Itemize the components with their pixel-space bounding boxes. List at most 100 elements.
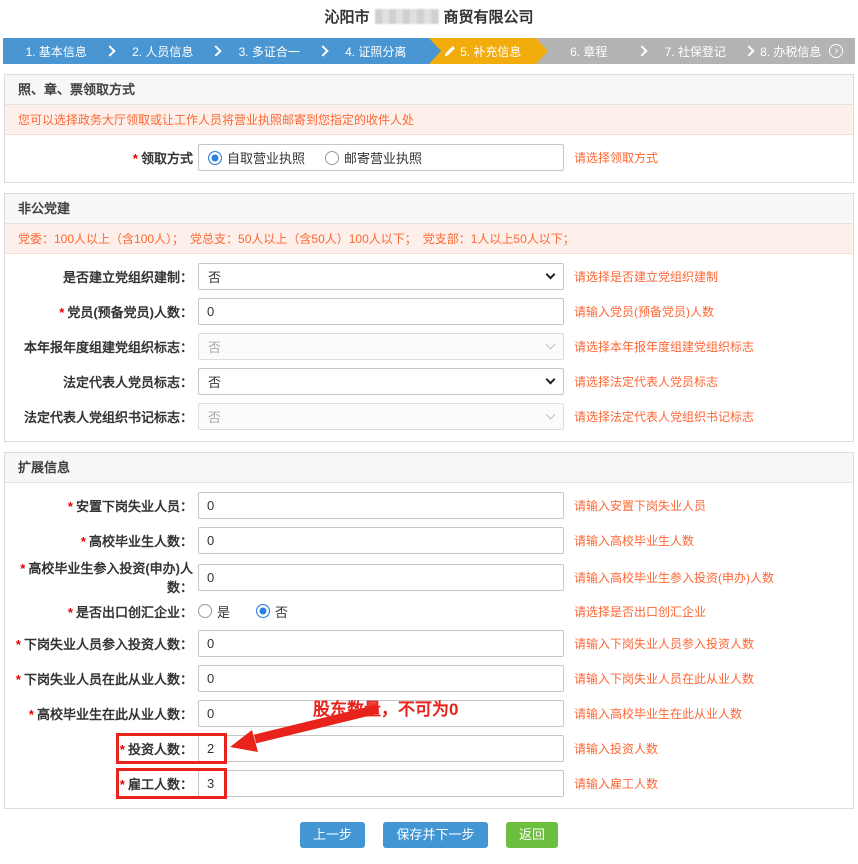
field-hint: 请输入党员(预备党员)人数 (574, 303, 714, 320)
chevron-down-icon (546, 270, 556, 280)
step-label: 5. 补充信息 (460, 43, 521, 60)
step-label: 4. 证照分离 (345, 43, 406, 60)
field-label: *高校毕业生在此从业人数： (5, 704, 193, 723)
laidoff-employed-count-input[interactable] (198, 665, 564, 692)
step-tab-charter[interactable]: 6. 章程 (536, 38, 643, 64)
field-label: *投资人数： (5, 739, 193, 758)
field-hint: 请输入雇工人数 (574, 775, 658, 792)
graduate-count-input[interactable] (198, 527, 564, 554)
required-asterisk: * (81, 534, 86, 549)
field-hint: 请选择法定代表人党组织书记标志 (574, 408, 754, 425)
step-tab-personnel-info[interactable]: 2. 人员信息 (110, 38, 217, 64)
section-body: *安置下岗失业人员： 请输入安置下岗失业人员 *高校毕业生人数： 请输入高校毕业… (5, 483, 853, 808)
select-value: 否 (208, 407, 221, 426)
required-asterisk: * (20, 561, 25, 576)
field-hint: 请选择法定代表人党员标志 (574, 373, 718, 390)
radio-mail-pickup[interactable]: 邮寄营业执照 (325, 148, 422, 167)
form-row: *高校毕业生参入投资(申办)人数： 请输入高校毕业生参入投资(申办)人数 (5, 558, 853, 596)
pickup-method-radiogroup: 自取营业执照 邮寄营业执照 (198, 144, 564, 171)
form-row: 是否建立党组织建制： 否 请选择是否建立党组织建制 (5, 259, 853, 294)
section-title: 扩展信息 (5, 453, 853, 483)
select-value: 否 (208, 337, 221, 356)
form-row: 本年报年度组建党组织标志： 否 请选择本年报年度组建党组织标志 (5, 329, 853, 364)
form-row: *领取方式 自取营业执照 邮寄营业执照 请选择领取方式 (5, 140, 853, 175)
step-tab-social-security[interactable]: 7. 社保登记 (642, 38, 749, 64)
required-asterisk: * (68, 499, 73, 514)
form-row: *下岗失业人员参入投资人数： 请输入下岗失业人员参入投资人数 (5, 626, 853, 661)
radio-unselected-icon (198, 604, 212, 618)
form-row-employee-count: *雇工人数： 请输入雇工人数 (5, 766, 853, 801)
form-row: *下岗失业人员在此从业人数： 请输入下岗失业人员在此从业人数 (5, 661, 853, 696)
form-row-investor-count: 股东数量，不可为0 *投资人数： 请输入投资人数 (5, 731, 853, 766)
step-tab-supplementary-info[interactable]: 5. 补充信息 (429, 38, 536, 64)
field-hint: 请输入高校毕业生在此从业人数 (574, 705, 742, 722)
required-asterisk: * (29, 707, 34, 722)
field-label: 本年报年度组建党组织标志： (5, 337, 193, 356)
field-label: *下岗失业人员在此从业人数： (5, 669, 193, 688)
step-tab-basic-info[interactable]: 1. 基本信息 (3, 38, 110, 64)
save-and-next-button[interactable]: 保存并下一步 (383, 822, 487, 848)
graduate-employed-count-input[interactable] (198, 700, 564, 727)
required-asterisk: * (133, 151, 138, 166)
step-label: 2. 人员信息 (132, 43, 193, 60)
field-label: *领取方式 (5, 148, 193, 167)
party-org-system-select[interactable]: 否 (198, 263, 564, 290)
graduate-invest-count-input[interactable] (198, 564, 564, 591)
arrow-separator-icon (429, 38, 441, 64)
step-tab-cert-separation[interactable]: 4. 证照分离 (323, 38, 430, 64)
company-name-prefix: 沁阳市 (324, 9, 369, 26)
investor-count-input[interactable] (198, 735, 564, 762)
legal-rep-secretary-select: 否 (198, 403, 564, 430)
field-hint: 请输入下岗失业人员在此从业人数 (574, 670, 754, 687)
field-label: *高校毕业生人数： (5, 531, 193, 550)
field-label: 法定代表人党员标志： (5, 372, 193, 391)
field-hint: 请输入下岗失业人员参入投资人数 (574, 635, 754, 652)
field-hint: 请输入高校毕业生参入投资(申办)人数 (574, 569, 774, 586)
chevron-down-icon (546, 375, 556, 385)
required-asterisk: * (16, 637, 21, 652)
field-label: *下岗失业人员参入投资人数： (5, 634, 193, 653)
form-row: *安置下岗失业人员： 请输入安置下岗失业人员 (5, 488, 853, 523)
field-label: 是否建立党组织建制： (5, 267, 193, 286)
radio-self-pickup[interactable]: 自取营业执照 (208, 148, 305, 167)
party-member-count-input[interactable] (198, 298, 564, 325)
field-hint: 请选择是否出口创汇企业 (574, 603, 706, 620)
chevron-down-icon (546, 410, 556, 420)
field-label: 法定代表人党组织书记标志： (5, 407, 193, 426)
select-value: 否 (208, 267, 221, 286)
arrow-separator-icon (536, 38, 548, 64)
field-label: *安置下岗失业人员： (5, 496, 193, 515)
radio-no[interactable]: 否 (256, 602, 288, 621)
required-asterisk: * (120, 742, 125, 757)
form-row: *高校毕业生在此从业人数： 请输入高校毕业生在此从业人数 (5, 696, 853, 731)
company-name-suffix: 商贸有限公司 (444, 9, 534, 26)
field-label: *雇工人数： (5, 774, 193, 793)
form-row: *是否出口创汇企业： 是 否 请选择是否出口创汇企业 (5, 596, 853, 626)
section-license-pickup: 照、章、票领取方式 您可以选择政务大厅领取或让工作人员将营业执照邮寄到您指定的收… (4, 74, 854, 183)
step-tab-tax-info[interactable]: 8. 办税信息 › (749, 38, 856, 64)
chevron-down-icon (546, 340, 556, 350)
section-title: 照、章、票领取方式 (5, 75, 853, 105)
radio-yes[interactable]: 是 (198, 602, 230, 621)
form-row: *党员(预备党员)人数： 请输入党员(预备党员)人数 (5, 294, 853, 329)
step-label: 3. 多证合一 (239, 43, 300, 60)
step-wizard-bar: 1. 基本信息 2. 人员信息 3. 多证合一 4. 证照分离 5. 补充信息 … (3, 38, 855, 64)
section-extended-info: 扩展信息 *安置下岗失业人员： 请输入安置下岗失业人员 *高校毕业生人数： 请输… (4, 452, 854, 809)
section-title: 非公党建 (5, 194, 853, 224)
laid-off-workers-input[interactable] (198, 492, 564, 519)
previous-step-button[interactable]: 上一步 (300, 822, 365, 848)
section-note: 您可以选择政务大厅领取或让工作人员将营业执照邮寄到您指定的收件人处 (5, 105, 853, 135)
step-tab-multi-cert[interactable]: 3. 多证合一 (216, 38, 323, 64)
return-button[interactable]: 返回 (506, 822, 558, 848)
select-value: 否 (208, 372, 221, 391)
field-hint: 请输入安置下岗失业人员 (574, 497, 706, 514)
radio-unselected-icon (325, 151, 339, 165)
section-body: 是否建立党组织建制： 否 请选择是否建立党组织建制 *党员(预备党员)人数： 请… (5, 254, 853, 441)
export-enterprise-radiogroup: 是 否 (198, 602, 564, 621)
annual-org-flag-select: 否 (198, 333, 564, 360)
field-hint: 请选择本年报年度组建党组织标志 (574, 338, 754, 355)
laidoff-invest-count-input[interactable] (198, 630, 564, 657)
legal-rep-party-member-select[interactable]: 否 (198, 368, 564, 395)
step-label: 1. 基本信息 (26, 43, 87, 60)
field-hint: 请选择是否建立党组织建制 (574, 268, 718, 285)
